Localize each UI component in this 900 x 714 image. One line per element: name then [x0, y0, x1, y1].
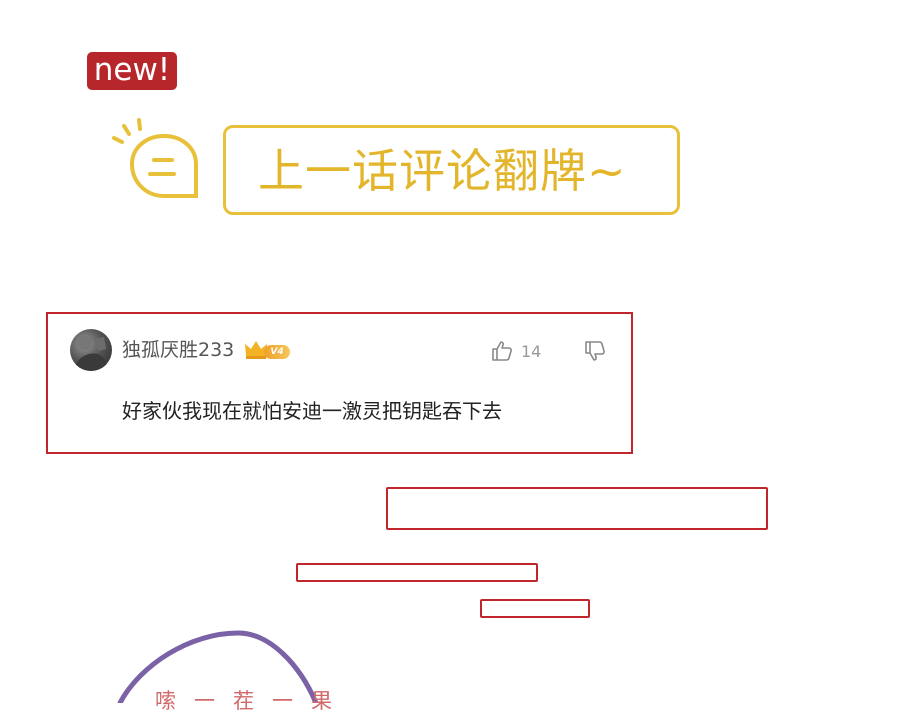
like-count: 14	[521, 342, 542, 361]
title-banner: 上一话评论翻牌~	[223, 125, 680, 215]
avatar-image	[74, 336, 108, 371]
new-badge: new!	[87, 52, 177, 90]
vip-level-badge: V4	[264, 345, 290, 359]
redaction-frame-1	[386, 487, 768, 530]
bubble-text: 嗦一茬一果	[155, 689, 350, 713]
redaction-frame-3	[480, 599, 590, 618]
redaction-frame-2	[296, 563, 538, 582]
speech-bubble-icon	[112, 118, 198, 198]
thumbs-down-icon[interactable]	[583, 339, 607, 363]
avatar[interactable]	[70, 329, 112, 371]
username[interactable]: 独孤厌胜233	[122, 338, 234, 362]
comment-card: 独孤厌胜233 V4 14 好家伙我现在就怕安迪一激灵把钥匙吞下去	[46, 312, 633, 454]
thumbs-up-icon[interactable]	[490, 339, 514, 363]
comment-text: 好家伙我现在就怕安迪一激灵把钥匙吞下去	[122, 399, 502, 423]
page-title: 上一话评论翻牌~	[258, 144, 627, 198]
